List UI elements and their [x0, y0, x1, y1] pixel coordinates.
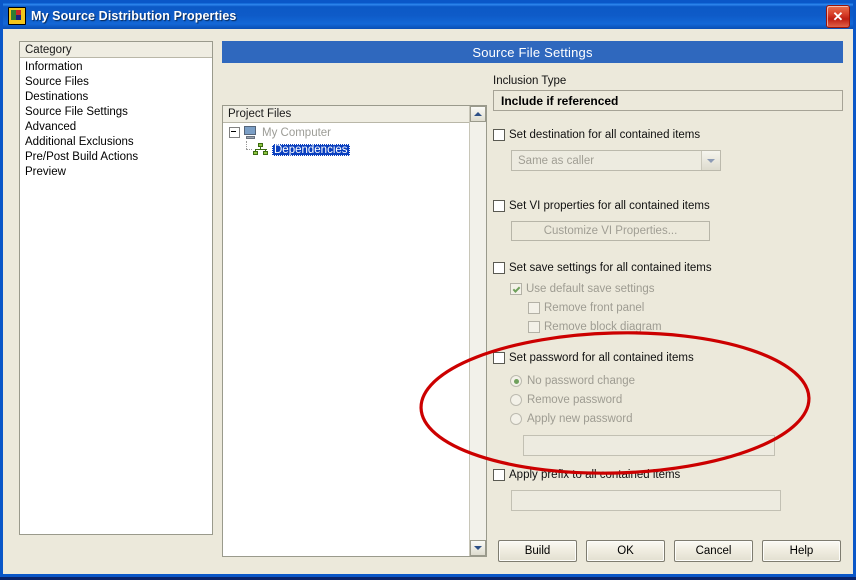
dialog-window: My Source Distribution Properties ✕ Cate…: [0, 0, 856, 577]
remove-block-diagram-label: Remove block diagram: [544, 321, 662, 333]
set-vi-properties-checkbox-row[interactable]: Set VI properties for all contained item…: [493, 199, 843, 213]
prefix-input[interactable]: [511, 490, 781, 511]
labview-icon: [8, 7, 26, 25]
category-list[interactable]: Category Information Source Files Destin…: [19, 41, 213, 535]
sidebar-item-source-file-settings[interactable]: Source File Settings: [20, 105, 212, 120]
sidebar-item-label: Advanced: [25, 121, 77, 133]
remove-password-label: Remove password: [527, 394, 623, 406]
set-save-settings-label: Set save settings for all contained item…: [509, 262, 712, 274]
sidebar-item-additional-exclusions[interactable]: Additional Exclusions: [20, 135, 212, 150]
sidebar-item-label: Source File Settings: [25, 106, 128, 118]
set-save-settings-checkbox[interactable]: [493, 262, 505, 274]
inclusion-type-value: Include if referenced: [493, 90, 843, 111]
sidebar-item-destinations[interactable]: Destinations: [20, 90, 212, 105]
tree-line: [241, 141, 253, 158]
apply-prefix-label: Apply prefix to all contained items: [509, 469, 681, 481]
close-icon[interactable]: ✕: [826, 5, 850, 28]
use-default-save-settings-row[interactable]: Use default save settings: [510, 282, 843, 296]
set-password-checkbox-row[interactable]: Set password for all contained items: [493, 351, 843, 365]
project-files-panel: Project Files My Computer Dependencies: [222, 105, 487, 557]
dependencies-icon: [253, 143, 269, 156]
no-password-change-label: No password change: [527, 375, 636, 387]
sidebar-item-label: Pre/Post Build Actions: [25, 151, 139, 163]
dialog-content: Category Information Source Files Destin…: [3, 29, 853, 574]
sidebar-item-source-files[interactable]: Source Files: [20, 75, 212, 90]
sidebar-item-label: Destinations: [25, 91, 89, 103]
dialog-buttons: Build OK Cancel Help: [498, 540, 841, 562]
customize-vi-properties-button[interactable]: Customize VI Properties...: [511, 221, 710, 241]
use-default-save-settings-label: Use default save settings: [526, 283, 655, 295]
page-title: Source File Settings: [222, 41, 843, 63]
set-destination-checkbox[interactable]: [493, 129, 505, 141]
set-vi-properties-label: Set VI properties for all contained item…: [509, 200, 710, 212]
tree-node-my-computer[interactable]: My Computer: [223, 124, 469, 141]
computer-icon: [243, 126, 258, 139]
sidebar-item-preview[interactable]: Preview: [20, 165, 212, 180]
sidebar-item-label: Source Files: [25, 76, 89, 88]
use-default-save-settings-checkbox[interactable]: [510, 283, 522, 295]
tree-node-dependencies[interactable]: Dependencies: [223, 141, 469, 158]
tree-scrollbar[interactable]: [469, 106, 486, 556]
set-password-checkbox[interactable]: [493, 352, 505, 364]
build-button[interactable]: Build: [498, 540, 577, 562]
sidebar-item-label: Information: [25, 61, 83, 73]
collapse-icon[interactable]: [229, 127, 240, 138]
inclusion-type-label: Inclusion Type: [493, 75, 567, 87]
apply-prefix-checkbox-row[interactable]: Apply prefix to all contained items: [493, 468, 843, 482]
sidebar-item-information[interactable]: Information: [20, 60, 212, 75]
cancel-button[interactable]: Cancel: [674, 540, 753, 562]
destination-combo[interactable]: Same as caller: [511, 150, 721, 171]
chevron-down-icon[interactable]: [701, 151, 720, 170]
title-bar: My Source Distribution Properties ✕: [3, 3, 853, 29]
apply-new-password-radio[interactable]: [510, 413, 522, 425]
scroll-down-icon[interactable]: [470, 540, 486, 556]
set-vi-properties-checkbox[interactable]: [493, 200, 505, 212]
apply-new-password-row[interactable]: Apply new password: [510, 412, 843, 426]
help-button[interactable]: Help: [762, 540, 841, 562]
remove-block-diagram-row[interactable]: Remove block diagram: [528, 320, 843, 334]
destination-combo-value: Same as caller: [518, 154, 595, 167]
apply-prefix-checkbox[interactable]: [493, 469, 505, 481]
apply-new-password-label: Apply new password: [527, 413, 633, 425]
set-destination-checkbox-row[interactable]: Set destination for all contained items: [493, 128, 843, 142]
sidebar-item-advanced[interactable]: Advanced: [20, 120, 212, 135]
window-title: My Source Distribution Properties: [31, 9, 237, 23]
project-files-tree[interactable]: My Computer Dependencies: [223, 124, 469, 556]
project-files-header: Project Files: [223, 106, 486, 123]
sidebar-item-pre-post-build-actions[interactable]: Pre/Post Build Actions: [20, 150, 212, 165]
remove-front-panel-row[interactable]: Remove front panel: [528, 301, 843, 315]
tree-node-label: Dependencies: [272, 143, 350, 156]
no-password-change-row[interactable]: No password change: [510, 374, 843, 388]
remove-password-radio[interactable]: [510, 394, 522, 406]
ok-button[interactable]: OK: [586, 540, 665, 562]
remove-password-row[interactable]: Remove password: [510, 393, 843, 407]
set-save-settings-checkbox-row[interactable]: Set save settings for all contained item…: [493, 261, 843, 275]
set-password-label: Set password for all contained items: [509, 352, 694, 364]
set-destination-label: Set destination for all contained items: [509, 129, 701, 141]
tree-node-label: My Computer: [262, 126, 332, 139]
no-password-change-radio[interactable]: [510, 375, 522, 387]
source-file-settings-form: Inclusion Type Include if referenced Set…: [493, 75, 843, 514]
sidebar-item-label: Additional Exclusions: [25, 136, 134, 148]
remove-front-panel-checkbox[interactable]: [528, 302, 540, 314]
remove-block-diagram-checkbox[interactable]: [528, 321, 540, 333]
remove-front-panel-label: Remove front panel: [544, 302, 645, 314]
category-header: Category: [20, 42, 212, 58]
sidebar-item-label: Preview: [25, 166, 66, 178]
scroll-up-icon[interactable]: [470, 106, 486, 122]
password-input[interactable]: [523, 435, 775, 456]
